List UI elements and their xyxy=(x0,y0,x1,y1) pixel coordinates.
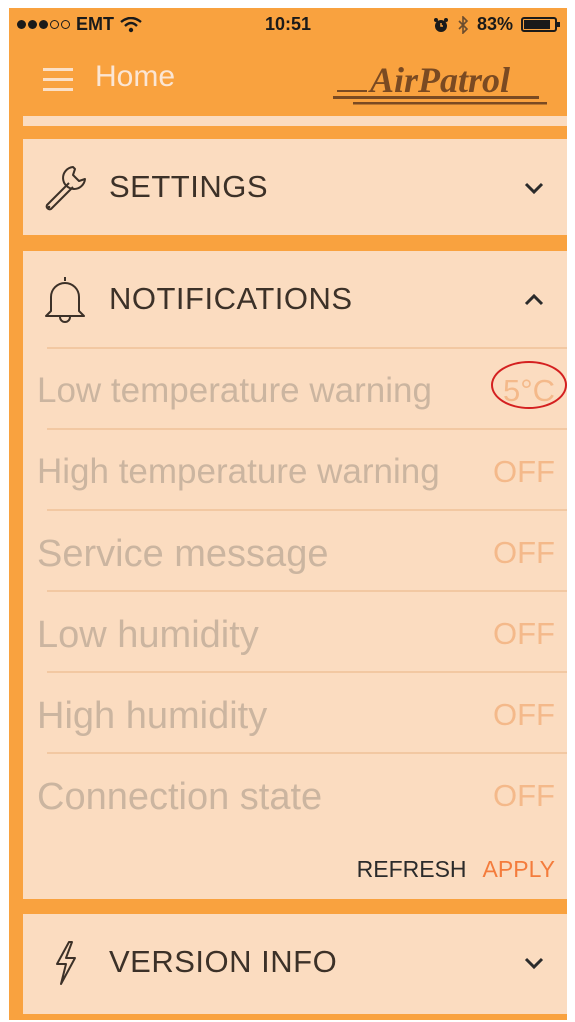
refresh-button[interactable]: REFRESH xyxy=(357,856,467,883)
bell-icon xyxy=(45,277,85,323)
nav-title: Home xyxy=(95,60,176,93)
battery-percent: 83% xyxy=(476,14,513,34)
row-label: High temperature warning xyxy=(37,452,440,491)
notifications-title: NOTIFICATIONS xyxy=(109,281,353,316)
alarm-icon xyxy=(433,17,448,32)
list-item[interactable]: Low humidity OFF xyxy=(37,590,567,671)
settings-header[interactable]: SETTINGS xyxy=(23,139,567,235)
version-info-title: VERSION INFO xyxy=(109,944,338,979)
version-info-panel[interactable]: VERSION INFO xyxy=(23,914,567,1014)
row-label: Service message xyxy=(37,533,329,575)
row-value[interactable]: OFF xyxy=(493,454,555,490)
chevron-down-icon[interactable] xyxy=(521,175,547,201)
row-label: Low humidity xyxy=(37,614,259,656)
row-value[interactable]: OFF xyxy=(493,697,555,733)
row-label: Connection state xyxy=(37,776,323,818)
status-bar: EMT 10:51 83% xyxy=(9,8,567,42)
list-item[interactable]: Connection state OFF xyxy=(37,752,567,833)
list-item[interactable]: High humidity OFF xyxy=(37,671,567,752)
notification-actions: REFRESH APPLY xyxy=(357,856,555,883)
list-item[interactable]: Low temperature warning 5°C xyxy=(37,347,567,428)
row-label: High humidity xyxy=(37,695,268,737)
settings-panel[interactable]: SETTINGS xyxy=(23,139,567,235)
notifications-panel: NOTIFICATIONS Low temperature warning 5°… xyxy=(23,251,567,899)
battery-icon xyxy=(521,17,560,32)
settings-title: SETTINGS xyxy=(109,169,269,204)
version-info-header[interactable]: VERSION INFO xyxy=(23,914,567,1010)
chevron-down-icon[interactable] xyxy=(521,950,547,976)
row-value[interactable]: OFF xyxy=(493,778,555,814)
apply-button[interactable]: APPLY xyxy=(483,856,555,883)
app-screen: EMT 10:51 83% Home AirPatrol SETTINGS NO… xyxy=(9,8,567,1020)
list-item[interactable]: High temperature warning OFF xyxy=(37,428,567,509)
collapsed-panel-edge xyxy=(23,116,567,126)
bluetooth-icon xyxy=(458,15,469,34)
svg-text:AirPatrol: AirPatrol xyxy=(368,60,510,100)
row-value[interactable]: OFF xyxy=(493,535,555,571)
highlight-circle xyxy=(491,361,567,409)
hamburger-menu-icon[interactable] xyxy=(43,68,73,92)
list-item[interactable]: Service message OFF xyxy=(37,509,567,590)
lightning-icon xyxy=(56,941,76,985)
notification-rows: Low temperature warning 5°C High tempera… xyxy=(23,347,567,833)
row-label: Low temperature warning xyxy=(37,371,432,410)
chevron-up-icon[interactable] xyxy=(521,287,547,313)
nav-bar: Home AirPatrol xyxy=(9,42,567,118)
notifications-header[interactable]: NOTIFICATIONS xyxy=(23,251,567,347)
airpatrol-logo: AirPatrol xyxy=(333,60,547,105)
status-right: 83% xyxy=(433,14,560,35)
row-value[interactable]: OFF xyxy=(493,616,555,652)
wrench-icon xyxy=(45,166,86,211)
